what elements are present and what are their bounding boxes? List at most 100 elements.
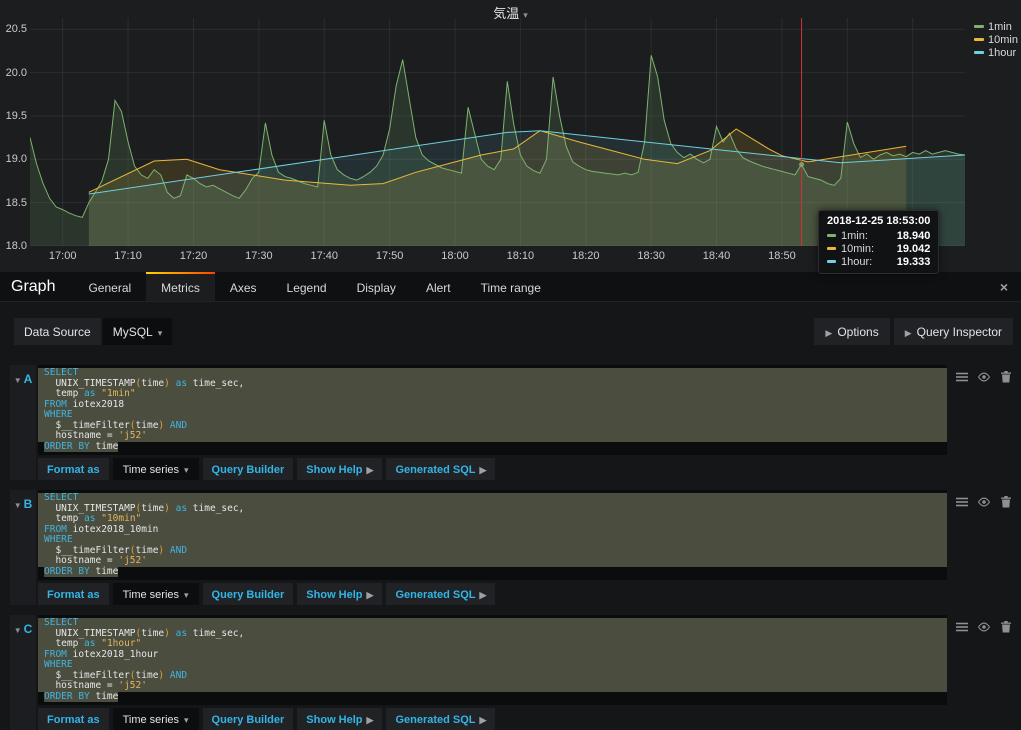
query-menu-icon[interactable] bbox=[955, 620, 969, 634]
graph-panel: 気温▾ 18.018.519.019.520.020.5 17:0017:101… bbox=[0, 0, 1021, 272]
options-button[interactable]: ▶Options bbox=[814, 318, 889, 345]
chevron-right-icon: ▶ bbox=[480, 715, 487, 725]
format-as-select[interactable]: Time series▾ bbox=[113, 458, 199, 480]
legend-series-color bbox=[974, 38, 984, 41]
sql-line: UNIX_TIMESTAMP(time) as time_sec, bbox=[38, 379, 947, 390]
editor-tabbar: Graph GeneralMetricsAxesLegendDisplayAle… bbox=[0, 272, 1021, 302]
show-help-button[interactable]: Show Help▶ bbox=[297, 708, 382, 730]
panel-title-dropdown[interactable]: 気温 ▾ bbox=[0, 3, 1021, 22]
sql-line: ORDER BY time bbox=[38, 567, 947, 578]
x-axis-tick: 18:50 bbox=[760, 250, 804, 262]
x-axis-tick: 18:20 bbox=[564, 250, 608, 262]
collapse-caret-icon: ▼ bbox=[14, 501, 22, 510]
query-builder-button[interactable]: Query Builder bbox=[203, 583, 294, 605]
format-as-select[interactable]: Time series▾ bbox=[113, 708, 199, 730]
tab-metrics[interactable]: Metrics bbox=[146, 272, 215, 301]
query-ref-label: A bbox=[24, 372, 33, 386]
query-delete-trash-icon[interactable] bbox=[999, 620, 1013, 634]
tooltip-row: 1hour:19.333 bbox=[827, 255, 930, 268]
tab-time-range[interactable]: Time range bbox=[466, 272, 556, 301]
y-axis-tick: 20.0 bbox=[1, 67, 27, 79]
show-help-button[interactable]: Show Help▶ bbox=[297, 458, 382, 480]
query-row-B: ▼BSELECT UNIX_TIMESTAMP(time) as time_se… bbox=[10, 490, 1013, 605]
tab-legend[interactable]: Legend bbox=[272, 272, 342, 301]
datasource-select[interactable]: MySQL▾ bbox=[103, 318, 173, 345]
generated-sql-button[interactable]: Generated SQL▶ bbox=[386, 708, 495, 730]
sql-line: ORDER BY time bbox=[38, 442, 947, 453]
query-toggle-visibility-eye-icon[interactable] bbox=[977, 370, 991, 384]
query-collapse-B[interactable]: ▼B bbox=[10, 490, 36, 605]
query-menu-icon[interactable] bbox=[955, 495, 969, 509]
legend-series-color bbox=[974, 25, 984, 28]
sql-line: FROM iotex2018 bbox=[38, 400, 947, 411]
sql-editor-A[interactable]: SELECT UNIX_TIMESTAMP(time) as time_sec,… bbox=[38, 365, 947, 455]
legend-item-10min[interactable]: 10min bbox=[974, 33, 1018, 46]
x-axis-tick: 17:30 bbox=[237, 250, 281, 262]
panel-type-label: Graph bbox=[0, 272, 73, 301]
tooltip-row: 10min:19.042 bbox=[827, 242, 930, 255]
generated-sql-button[interactable]: Generated SQL▶ bbox=[386, 583, 495, 605]
tab-general[interactable]: General bbox=[73, 272, 146, 301]
query-actions-C: Format asTime series▾Query BuilderShow H… bbox=[38, 708, 947, 730]
graph-tooltip: 2018-12-25 18:53:00 1min:18.94010min:19.… bbox=[818, 210, 939, 274]
query-actions-B: Format asTime series▾Query BuilderShow H… bbox=[38, 583, 947, 605]
query-toggle-visibility-eye-icon[interactable] bbox=[977, 495, 991, 509]
sql-line: temp as "1hour" bbox=[38, 639, 947, 650]
chart-legend: 1min10min1hour bbox=[974, 20, 1018, 59]
x-axis-tick: 17:00 bbox=[41, 250, 85, 262]
x-axis-tick: 18:30 bbox=[629, 250, 673, 262]
query-icon-group-A bbox=[947, 365, 1013, 480]
query-inspector-button[interactable]: ▶Query Inspector bbox=[894, 318, 1013, 345]
chevron-down-icon: ▾ bbox=[184, 590, 189, 600]
show-help-button[interactable]: Show Help▶ bbox=[297, 583, 382, 605]
chevron-right-icon: ▶ bbox=[480, 465, 487, 475]
y-axis-tick: 19.0 bbox=[1, 153, 27, 165]
query-delete-trash-icon[interactable] bbox=[999, 495, 1013, 509]
sql-line: ORDER BY time bbox=[38, 692, 947, 703]
chevron-down-icon: ▾ bbox=[184, 465, 189, 475]
tooltip-timestamp: 2018-12-25 18:53:00 bbox=[827, 215, 930, 227]
collapse-caret-icon: ▼ bbox=[14, 376, 22, 385]
query-collapse-A[interactable]: ▼A bbox=[10, 365, 36, 480]
query-icon-group-B bbox=[947, 490, 1013, 605]
legend-item-1min[interactable]: 1min bbox=[974, 20, 1018, 33]
chevron-right-icon: ▶ bbox=[905, 328, 912, 338]
query-menu-icon[interactable] bbox=[955, 370, 969, 384]
panel-title: 気温 bbox=[493, 6, 519, 21]
tab-axes[interactable]: Axes bbox=[215, 272, 272, 301]
query-row-C: ▼CSELECT UNIX_TIMESTAMP(time) as time_se… bbox=[10, 615, 1013, 730]
sql-line: $__timeFilter(time) AND bbox=[38, 671, 947, 682]
generated-sql-button[interactable]: Generated SQL▶ bbox=[386, 458, 495, 480]
query-builder-button[interactable]: Query Builder bbox=[203, 708, 294, 730]
sql-line: $__timeFilter(time) AND bbox=[38, 421, 947, 432]
format-as-select[interactable]: Time series▾ bbox=[113, 583, 199, 605]
legend-series-color bbox=[974, 51, 984, 54]
legend-item-1hour[interactable]: 1hour bbox=[974, 46, 1018, 59]
sql-editor-C[interactable]: SELECT UNIX_TIMESTAMP(time) as time_sec,… bbox=[38, 615, 947, 705]
chevron-down-icon: ▾ bbox=[158, 328, 163, 338]
tab-display[interactable]: Display bbox=[342, 272, 411, 301]
y-axis-tick: 20.5 bbox=[1, 23, 27, 35]
query-collapse-C[interactable]: ▼C bbox=[10, 615, 36, 730]
query-toolbar: ▶Options ▶Query Inspector bbox=[814, 318, 1013, 345]
datasource-row: Data Source MySQL▾ ▶Options ▶Query Inspe… bbox=[14, 318, 1013, 345]
x-axis-tick: 17:40 bbox=[302, 250, 346, 262]
sql-line: temp as "10min" bbox=[38, 514, 947, 525]
query-ref-label: C bbox=[24, 622, 33, 636]
sql-line: FROM iotex2018_10min bbox=[38, 525, 947, 536]
panel-menu-caret-icon: ▾ bbox=[523, 10, 528, 20]
format-as-label: Format as bbox=[38, 458, 109, 480]
query-builder-button[interactable]: Query Builder bbox=[203, 458, 294, 480]
tab-alert[interactable]: Alert bbox=[411, 272, 466, 301]
close-editor-icon[interactable]: × bbox=[987, 272, 1021, 301]
sql-editor-B[interactable]: SELECT UNIX_TIMESTAMP(time) as time_sec,… bbox=[38, 490, 947, 580]
sql-line: hostname = 'j52' bbox=[38, 681, 947, 692]
query-delete-trash-icon[interactable] bbox=[999, 370, 1013, 384]
query-list: ▼ASELECT UNIX_TIMESTAMP(time) as time_se… bbox=[10, 365, 1013, 730]
format-as-label: Format as bbox=[38, 708, 109, 730]
sql-line: $__timeFilter(time) AND bbox=[38, 546, 947, 557]
chevron-right-icon: ▶ bbox=[825, 328, 832, 338]
query-toggle-visibility-eye-icon[interactable] bbox=[977, 620, 991, 634]
x-axis-tick: 18:00 bbox=[433, 250, 477, 262]
y-axis-tick: 18.0 bbox=[1, 240, 27, 252]
